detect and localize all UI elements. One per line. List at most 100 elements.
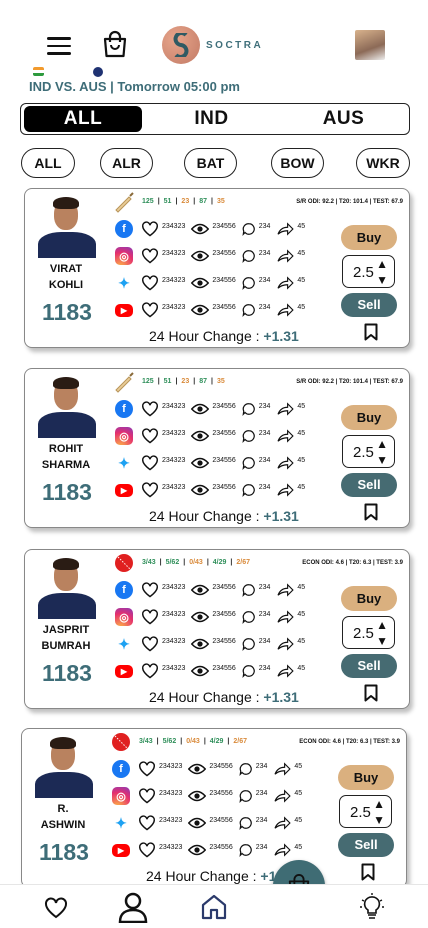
- comment-icon[interactable]: [242, 429, 256, 443]
- like-icon[interactable]: [141, 482, 159, 498]
- tab-ind[interactable]: IND: [145, 108, 278, 130]
- comment-icon[interactable]: [242, 402, 256, 416]
- like-icon[interactable]: [141, 248, 159, 264]
- buy-button[interactable]: Buy: [341, 405, 397, 430]
- comment-icon[interactable]: [242, 303, 256, 317]
- share-icon[interactable]: [276, 583, 295, 597]
- lightbulb-icon[interactable]: [359, 893, 385, 921]
- player-card[interactable]: JASPRIT BUMRAH 1183 3/43 | 5/62 | 0/43 | 4/29 | 2…: [24, 549, 410, 709]
- player-card[interactable]: ROHIT SHARMA 1183 125 | 51 | 23 | 87 | 35 S/R ODI…: [24, 368, 410, 528]
- like-icon[interactable]: [138, 842, 156, 858]
- share-icon[interactable]: [276, 456, 295, 470]
- share-icon[interactable]: [273, 816, 292, 830]
- bookmark-icon[interactable]: [361, 863, 375, 881]
- brand-logo[interactable]: SOCTRA: [162, 26, 263, 64]
- quantity-stepper[interactable]: 2.5 ▲ ▼: [342, 616, 395, 649]
- bookmark-icon[interactable]: [364, 503, 378, 521]
- facebook-icon[interactable]: f: [112, 760, 130, 778]
- chip-wkr[interactable]: WKR: [356, 148, 410, 178]
- comment-icon[interactable]: [242, 610, 256, 624]
- share-icon[interactable]: [273, 843, 292, 857]
- chip-all[interactable]: ALL: [21, 148, 75, 178]
- comment-icon[interactable]: [242, 583, 256, 597]
- player-card[interactable]: VIRAT KOHLI 1183 125 | 51 | 23 | 87 | 35 S/R ODI:…: [24, 188, 410, 348]
- chip-alr[interactable]: ALR: [100, 148, 153, 178]
- quantity-stepper[interactable]: 2.5 ▲ ▼: [342, 255, 395, 288]
- tab-all[interactable]: ALL: [24, 106, 142, 132]
- buy-button[interactable]: Buy: [338, 765, 394, 790]
- share-icon[interactable]: [276, 249, 295, 263]
- decrement-arrow-icon[interactable]: ▼: [376, 454, 388, 466]
- youtube-icon[interactable]: ▶: [112, 843, 130, 857]
- share-icon[interactable]: [276, 637, 295, 651]
- share-icon[interactable]: [276, 483, 295, 497]
- sell-button[interactable]: Sell: [341, 293, 397, 317]
- like-icon[interactable]: [141, 428, 159, 444]
- instagram-icon[interactable]: ◎: [115, 247, 133, 265]
- comment-icon[interactable]: [242, 276, 256, 290]
- comment-icon[interactable]: [242, 222, 256, 236]
- bookmark-icon[interactable]: [364, 323, 378, 341]
- like-icon[interactable]: [138, 788, 156, 804]
- twitter-icon[interactable]: ✦: [115, 454, 133, 472]
- comment-icon[interactable]: [242, 456, 256, 470]
- share-icon[interactable]: [276, 276, 295, 290]
- share-icon[interactable]: [276, 610, 295, 624]
- share-icon[interactable]: [273, 762, 292, 776]
- share-icon[interactable]: [276, 303, 295, 317]
- like-icon[interactable]: [138, 815, 156, 831]
- decrement-arrow-icon[interactable]: ▼: [376, 635, 388, 647]
- instagram-icon[interactable]: ◎: [115, 608, 133, 626]
- twitter-icon[interactable]: ✦: [115, 274, 133, 292]
- user-avatar[interactable]: [355, 30, 385, 60]
- facebook-icon[interactable]: f: [115, 581, 133, 599]
- youtube-icon[interactable]: ▶: [115, 483, 133, 497]
- shopping-bag-icon[interactable]: [102, 30, 128, 58]
- increment-arrow-icon[interactable]: ▲: [376, 438, 388, 450]
- share-icon[interactable]: [276, 664, 295, 678]
- increment-arrow-icon[interactable]: ▲: [376, 619, 388, 631]
- heart-icon[interactable]: [44, 897, 68, 919]
- comment-icon[interactable]: [242, 637, 256, 651]
- like-icon[interactable]: [141, 221, 159, 237]
- share-icon[interactable]: [276, 429, 295, 443]
- comment-icon[interactable]: [242, 249, 256, 263]
- comment-icon[interactable]: [242, 483, 256, 497]
- quantity-stepper[interactable]: 2.5 ▲ ▼: [339, 795, 392, 828]
- menu-icon[interactable]: [47, 37, 71, 55]
- like-icon[interactable]: [141, 582, 159, 598]
- twitter-icon[interactable]: ✦: [112, 814, 130, 832]
- youtube-icon[interactable]: ▶: [115, 664, 133, 678]
- decrement-arrow-icon[interactable]: ▼: [373, 814, 385, 826]
- home-icon[interactable]: [200, 893, 228, 921]
- comment-icon[interactable]: [239, 762, 253, 776]
- chip-bat[interactable]: BAT: [184, 148, 237, 178]
- tab-aus[interactable]: AUS: [278, 108, 409, 130]
- share-icon[interactable]: [276, 402, 295, 416]
- twitter-icon[interactable]: ✦: [115, 635, 133, 653]
- comment-icon[interactable]: [242, 664, 256, 678]
- like-icon[interactable]: [141, 275, 159, 291]
- increment-arrow-icon[interactable]: ▲: [373, 798, 385, 810]
- share-icon[interactable]: [273, 789, 292, 803]
- buy-button[interactable]: Buy: [341, 225, 397, 250]
- like-icon[interactable]: [141, 609, 159, 625]
- instagram-icon[interactable]: ◎: [115, 427, 133, 445]
- sell-button[interactable]: Sell: [341, 654, 397, 678]
- instagram-icon[interactable]: ◎: [112, 787, 130, 805]
- like-icon[interactable]: [141, 455, 159, 471]
- like-icon[interactable]: [138, 761, 156, 777]
- like-icon[interactable]: [141, 302, 159, 318]
- player-card[interactable]: R. ASHWIN 1183 3/43 | 5/62 | 0/43 | 4/29 | 2/67 E…: [21, 728, 407, 888]
- like-icon[interactable]: [141, 636, 159, 652]
- profile-icon[interactable]: [117, 891, 149, 923]
- like-icon[interactable]: [141, 663, 159, 679]
- decrement-arrow-icon[interactable]: ▼: [376, 274, 388, 286]
- buy-button[interactable]: Buy: [341, 586, 397, 611]
- chip-bow[interactable]: BOW: [271, 148, 324, 178]
- comment-icon[interactable]: [239, 843, 253, 857]
- sell-button[interactable]: Sell: [338, 833, 394, 857]
- comment-icon[interactable]: [239, 816, 253, 830]
- youtube-icon[interactable]: ▶: [115, 303, 133, 317]
- like-icon[interactable]: [141, 401, 159, 417]
